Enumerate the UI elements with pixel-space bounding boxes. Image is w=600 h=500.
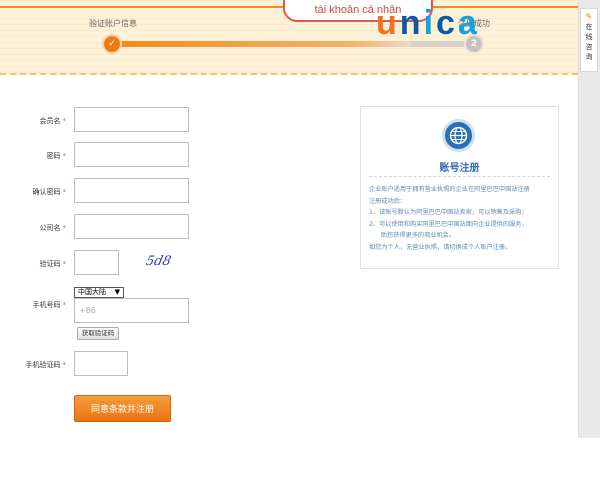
card-line: 助您获得更多的商业机会。 — [369, 232, 456, 239]
agree-and-register-button[interactable]: 同意条款并注册 — [74, 395, 171, 422]
captcha-input[interactable] — [74, 250, 119, 275]
member-name-label-text: 会员名 — [39, 117, 61, 125]
card-line: 1、该账号默认为阿里巴巴中国站卖家，可以销售及采购； — [369, 209, 528, 216]
mobile-input[interactable] — [74, 298, 189, 323]
logo-letter-n: n — [399, 4, 424, 42]
unica-logo: unica — [376, 6, 492, 40]
password-label: 密码 * — [6, 151, 67, 161]
required-mark: * — [62, 361, 67, 369]
globe-icon — [442, 119, 475, 152]
required-mark: * — [62, 260, 67, 268]
mobile-label: 手机号码 * — [6, 300, 67, 310]
captcha-image-text: 5d8 — [146, 254, 172, 268]
online-consult-label: 在线咨询 — [585, 23, 593, 61]
password-input[interactable] — [74, 142, 189, 167]
get-code-button[interactable]: 获取验证码 — [77, 327, 119, 340]
captcha-label: 验证码 * — [6, 259, 67, 269]
company-name-label: 公司名 * — [6, 223, 67, 233]
required-mark: * — [62, 301, 67, 309]
pencil-icon: ✎ — [585, 12, 593, 21]
country-select-value: 中国大陆 — [78, 288, 106, 296]
sms-code-label-text: 手机验证码 — [25, 361, 61, 369]
member-name-label: 会员名 * — [6, 116, 67, 126]
step1-label: 验证账户信息 — [89, 19, 137, 28]
company-name-input[interactable] — [74, 214, 189, 239]
logo-letter-u: u — [376, 4, 400, 42]
captcha-label-text: 验证码 — [39, 260, 61, 268]
card-line: 企业账户适用于拥有营业执照的企业在阿里巴巴中国站注册 — [369, 186, 530, 193]
required-mark: * — [62, 224, 67, 232]
country-select[interactable]: 中国大陆 ▼ — [74, 287, 124, 298]
logo-letter-c: c — [436, 4, 458, 42]
logo-letter-a: a — [457, 4, 480, 42]
online-consult-tab[interactable]: ✎ 在线咨询 — [580, 8, 598, 72]
card-divider — [369, 176, 550, 177]
card-line: 2、可以使用和购买阿里巴巴中国站面向企业提供的服务， — [369, 220, 528, 228]
card-title: 账号注册 — [439, 163, 480, 174]
account-info-card: 账号注册 企业账户适用于拥有营业执照的企业在阿里巴巴中国站注册 注册成功后： 1… — [360, 106, 559, 269]
member-name-input[interactable] — [74, 107, 189, 132]
required-mark: * — [62, 152, 67, 160]
company-name-label-text: 公司名 — [39, 224, 61, 232]
globe-icon-graphic — [449, 126, 468, 145]
step1-check-icon: ✓ — [102, 34, 122, 54]
required-mark: * — [62, 188, 67, 196]
sms-code-input[interactable] — [74, 351, 128, 376]
sms-code-label: 手机验证码 * — [6, 360, 67, 370]
confirm-password-label-text: 确认密码 — [32, 188, 61, 196]
card-line: 如您为个人，无营业执照，请切换成个人账户注册。 — [369, 243, 512, 251]
required-mark: * — [62, 117, 67, 125]
logo-letter-i: i — [423, 4, 437, 42]
mobile-label-text: 手机号码 — [32, 301, 61, 309]
confirm-password-label: 确认密码 * — [6, 187, 67, 197]
card-line: 注册成功后： — [369, 197, 407, 205]
progress-fill — [112, 41, 412, 47]
card-description: 企业账户适用于拥有营业执照的企业在阿里巴巴中国站注册 注册成功后： 1、该账号默… — [369, 184, 555, 253]
dropdown-arrow-icon: ▼ — [114, 288, 120, 296]
captcha-image[interactable]: 5d8 — [146, 252, 176, 268]
confirm-password-input[interactable] — [74, 178, 189, 203]
password-label-text: 密码 — [46, 152, 61, 160]
